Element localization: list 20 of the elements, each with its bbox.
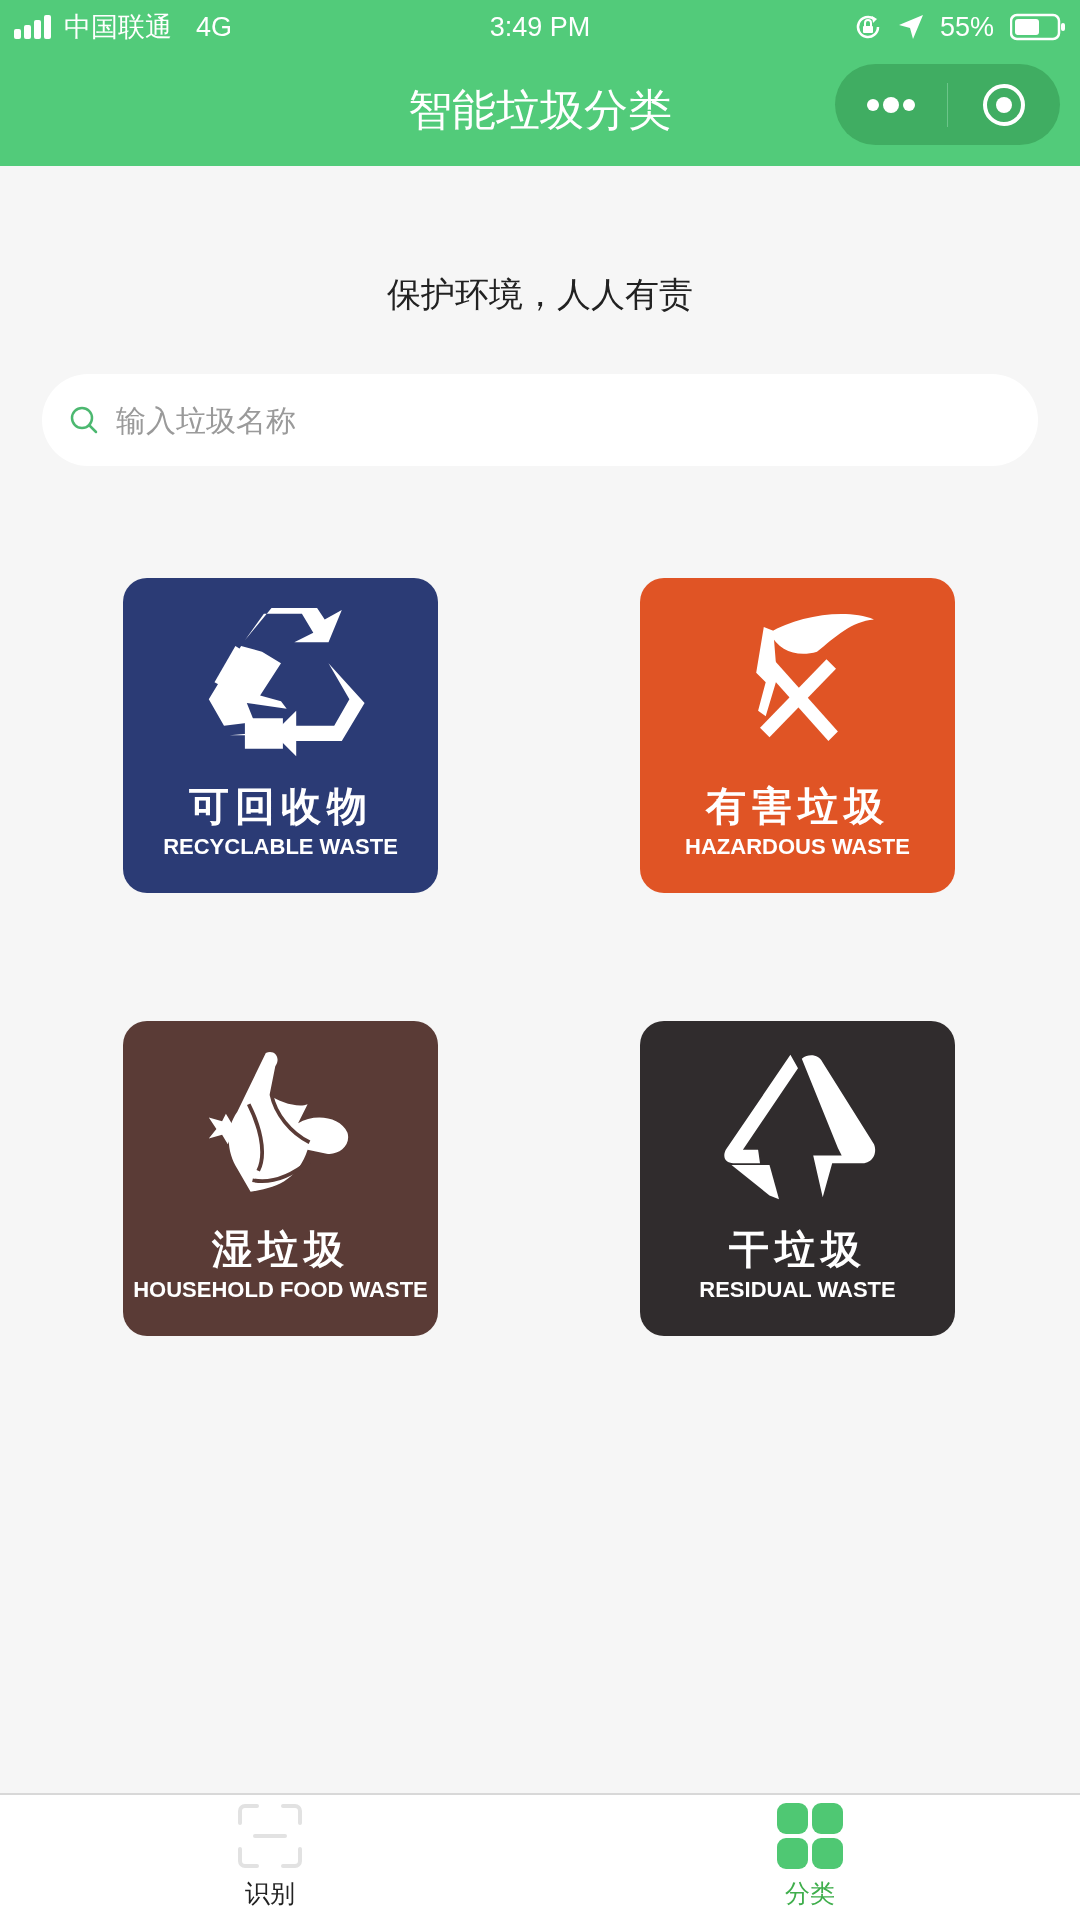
- search-bar[interactable]: 输入垃圾名称: [42, 374, 1038, 466]
- category-tile[interactable]: 湿垃圾 HOUSEHOLD FOOD WASTE: [123, 1021, 438, 1336]
- network-type: 4G: [196, 10, 233, 44]
- slogan-text: 保护环境，人人有责: [386, 274, 694, 315]
- tab-item[interactable]: 识别: [0, 1795, 540, 1920]
- search-icon: [68, 404, 100, 436]
- carrier-name: 中国联通: [64, 10, 172, 44]
- battery-percent: 55%: [939, 10, 994, 44]
- more-icon: [866, 96, 916, 113]
- search-field[interactable]: 输入垃圾名称: [114, 396, 1012, 444]
- grid-icon: [777, 1803, 843, 1869]
- location-arrow-icon: [897, 14, 924, 40]
- category-tile[interactable]: 干垃圾 RESIDUAL WASTE: [640, 1021, 955, 1336]
- battery-icon: [1010, 13, 1066, 41]
- page-title: 智能垃圾分类: [408, 84, 672, 136]
- category-tile[interactable]: 可回收物 RECYCLABLE WASTE: [123, 578, 438, 893]
- target-icon: [981, 81, 1027, 128]
- status-time: 3:49 PM: [489, 10, 591, 44]
- category-tile[interactable]: 有害垃圾 HAZARDOUS WASTE: [640, 578, 955, 893]
- scan-frame-icon: [237, 1803, 303, 1869]
